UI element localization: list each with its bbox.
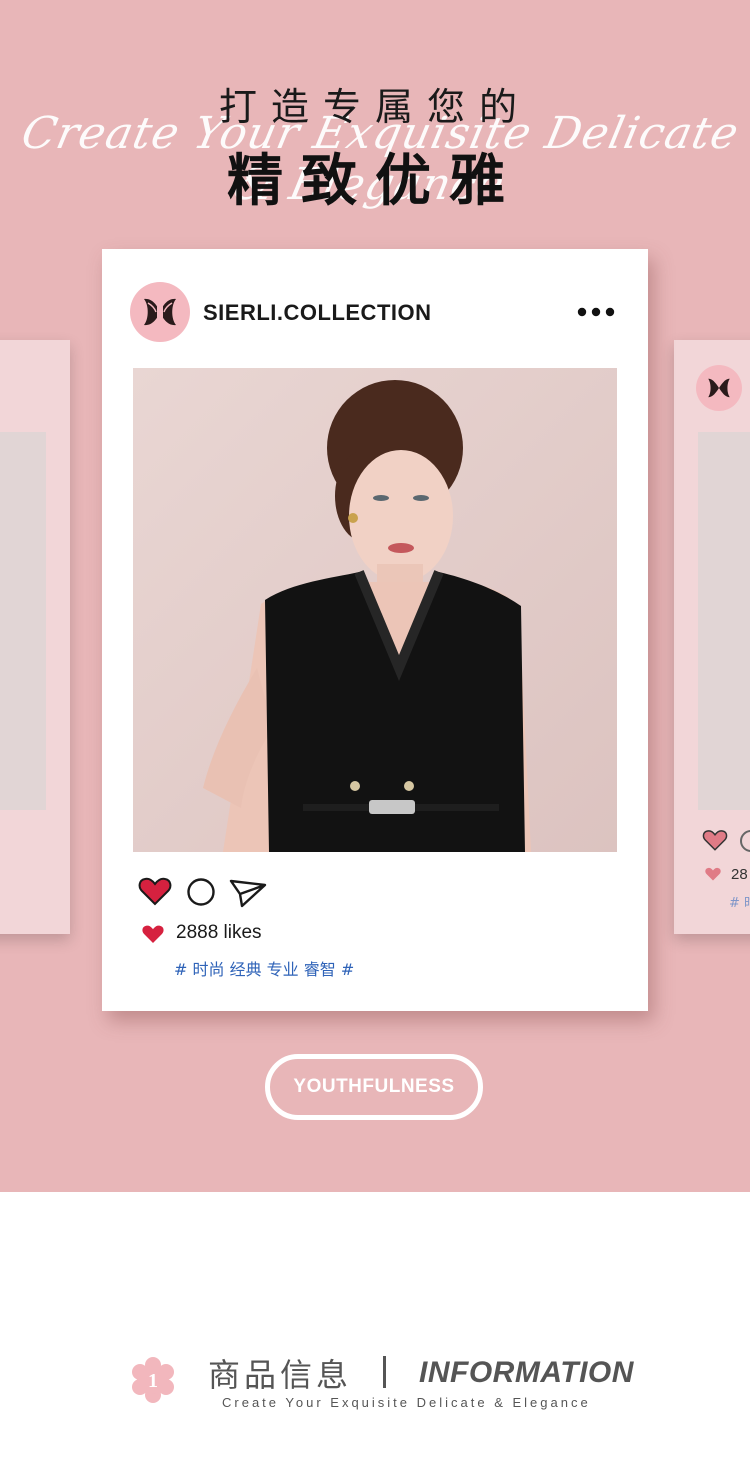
- headline-line-1: 打造专属您的: [218, 85, 531, 129]
- more-dots-icon[interactable]: [576, 305, 616, 319]
- hashtags[interactable]: # 时尚 经典 专业 睿智 #: [174, 956, 354, 980]
- heart-small-icon: [705, 867, 721, 881]
- likes-count: 2888 likes: [176, 922, 262, 943]
- avatar[interactable]: [130, 282, 190, 342]
- headline-line-2: 精致优雅: [227, 149, 523, 214]
- flower-number-icon: 1: [132, 1357, 174, 1403]
- divider: [383, 1356, 386, 1388]
- heart-icon[interactable]: [702, 828, 728, 852]
- section-number: 1: [148, 1370, 158, 1392]
- hashtags: # 时: [729, 896, 750, 911]
- post-photo: [133, 368, 617, 852]
- post-card: SIERLI.COLLECTION 2888 likes # 时尚 经典 专业 …: [102, 249, 648, 1011]
- likes-count: 28: [731, 866, 748, 883]
- side-card-image: [698, 432, 750, 810]
- share-icon[interactable]: [228, 877, 268, 909]
- section-title-zh: 商品信息: [208, 1356, 353, 1394]
- section-subtitle: Create Your Exquisite Delicate & Eleganc…: [222, 1395, 591, 1410]
- comment-icon[interactable]: [186, 877, 216, 907]
- heart-icon[interactable]: [138, 875, 172, 907]
- section-title-en: INFORMATION: [419, 1356, 634, 1389]
- hero-banner: Create Your Exquisite Delicate & Eleganc…: [0, 0, 750, 1192]
- avatar: [696, 365, 742, 411]
- side-card-image: [0, 432, 46, 810]
- youthfulness-badge[interactable]: YOUTHFULNESS: [265, 1054, 483, 1120]
- side-card-right[interactable]: 28 # 时: [674, 340, 750, 934]
- side-card-left[interactable]: [0, 340, 70, 934]
- account-name[interactable]: SIERLI.COLLECTION: [203, 300, 432, 326]
- badge-label: YOUTHFULNESS: [293, 1076, 455, 1097]
- comment-icon[interactable]: [740, 830, 750, 852]
- likes-heart-icon: [142, 925, 164, 943]
